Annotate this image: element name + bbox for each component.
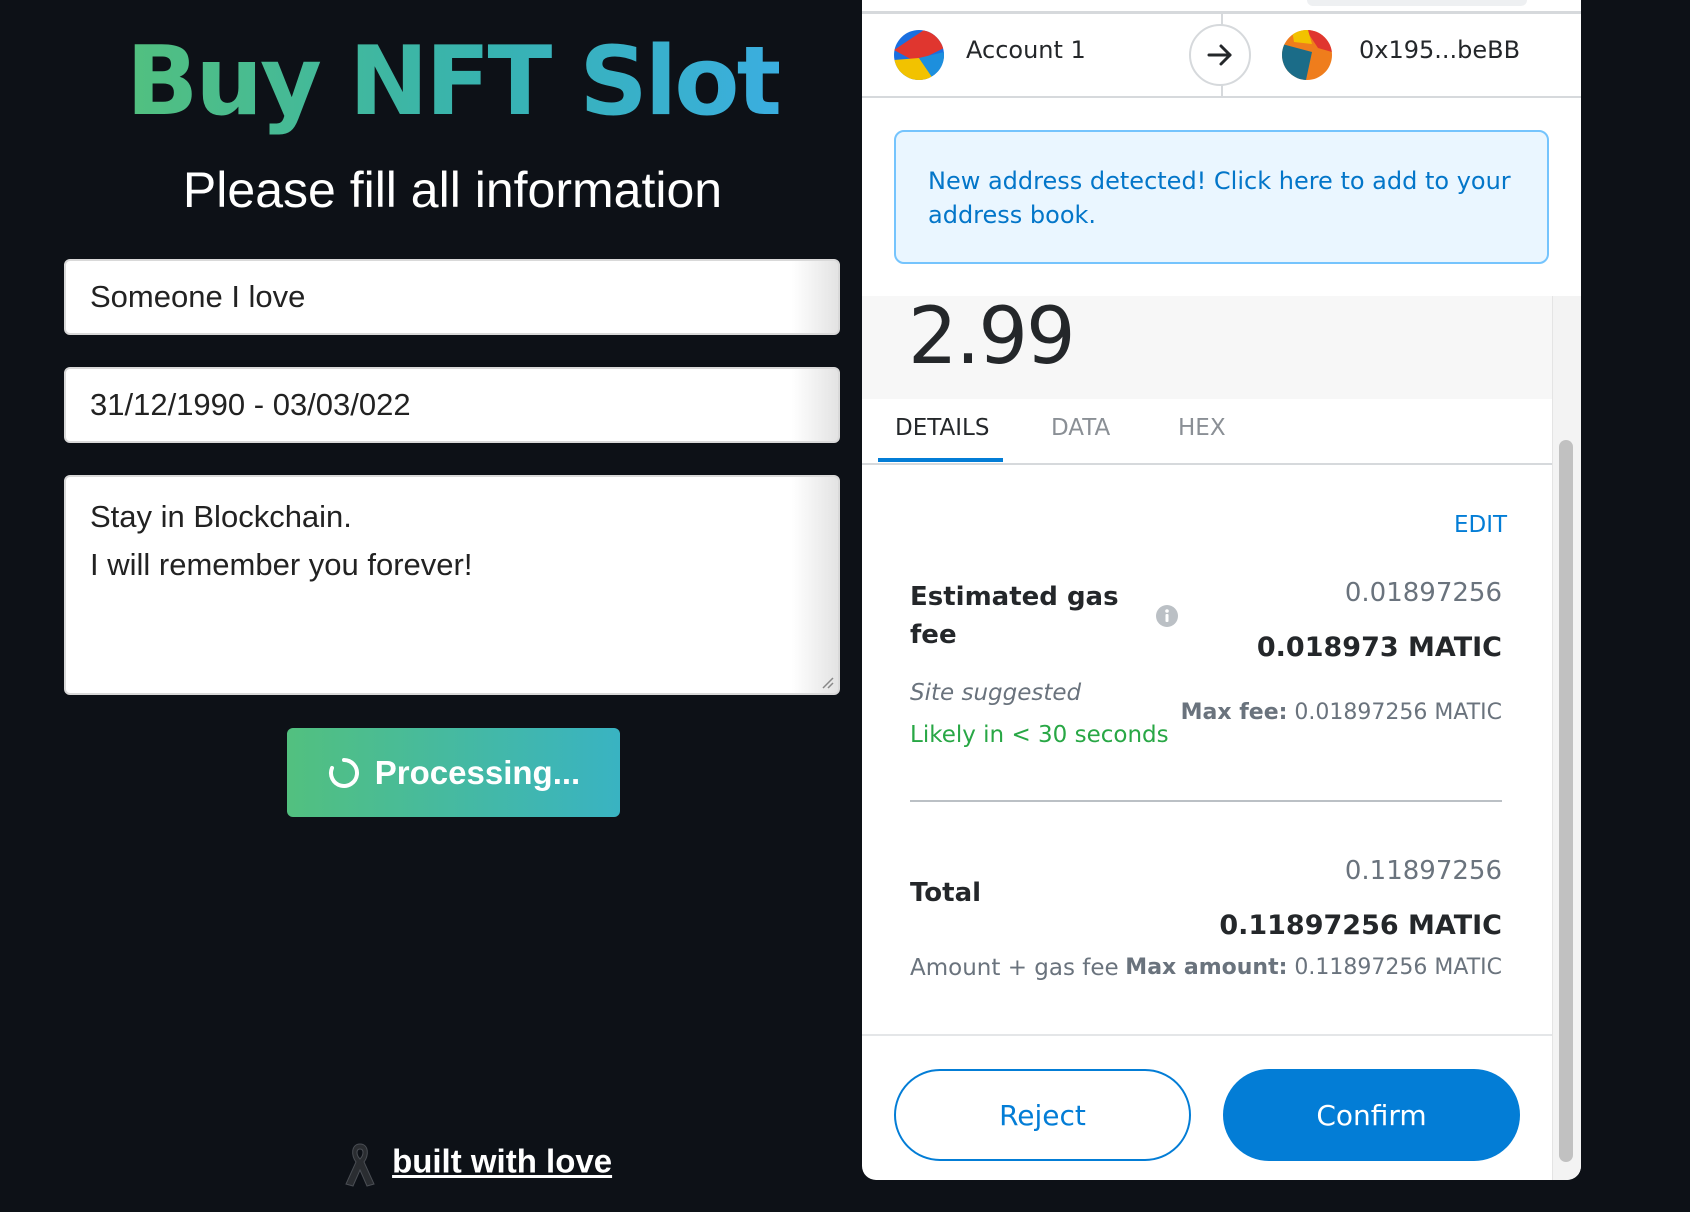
edit-gas-link[interactable]: EDIT (1454, 512, 1507, 538)
info-icon[interactable] (1155, 604, 1179, 628)
site-suggested-label: Site suggested (910, 680, 1082, 706)
reject-button[interactable]: Reject (894, 1069, 1191, 1161)
tab-hex[interactable]: HEX (1178, 415, 1226, 441)
transaction-amount: 2.99 (908, 292, 1076, 382)
total-fiat: 0.11897256 (1344, 856, 1502, 886)
tab-data[interactable]: DATA (1051, 415, 1110, 441)
ribbon-icon (345, 1143, 375, 1187)
tab-details[interactable]: DETAILS (895, 415, 989, 441)
amount-plus-gas-label: Amount + gas fee (910, 955, 1119, 981)
max-fee-label: Max fee: (1180, 700, 1288, 725)
popup-top-strip (862, 0, 1581, 14)
name-input[interactable]: Someone I love (64, 259, 840, 335)
max-amount-label: Max amount: (1125, 955, 1288, 980)
arrow-right-icon (1189, 24, 1251, 86)
gas-fee-fiat: 0.01897256 (1344, 578, 1502, 608)
message-line: I will remember you forever! (90, 547, 473, 582)
resize-handle-icon[interactable] (820, 675, 834, 689)
amount-section: 2.99 (862, 296, 1552, 399)
processing-label: Processing... (374, 753, 581, 791)
max-amount-value: 0.11897256 MATIC (1294, 955, 1502, 980)
new-address-notice[interactable]: New address detected! Click here to add … (894, 130, 1549, 264)
scrollbar-thumb[interactable] (1559, 440, 1573, 1162)
max-fee-value: 0.01897256 MATIC (1294, 700, 1502, 725)
account-avatar-icon (894, 30, 944, 80)
active-tab-indicator (878, 458, 1003, 462)
confirm-button[interactable]: Confirm (1223, 1069, 1520, 1161)
estimated-gas-label: Estimated gas fee (910, 582, 1119, 650)
page-title: Buy NFT Slot (126, 27, 782, 137)
sender-recipient-row: Account 1 0x195...beBB (862, 14, 1581, 98)
total-label: Total (910, 878, 982, 908)
message-line: Stay in Blockchain. (90, 499, 352, 534)
detail-tabs: DETAILS DATA HEX (862, 399, 1552, 465)
metamask-confirm-popup: Account 1 0x195...beBB New address detec… (862, 0, 1581, 1180)
recipient-avatar-icon (1282, 30, 1332, 80)
footer-divider (862, 1034, 1552, 1036)
from-account-name[interactable]: Account 1 (966, 36, 1086, 64)
processing-button[interactable]: Processing... (287, 728, 620, 817)
gas-fee-matic: 0.018973 MATIC (1256, 632, 1502, 663)
built-with-love-link[interactable]: built with love (392, 1143, 612, 1180)
page-subtitle: Please fill all information (182, 162, 723, 218)
nft-form-page: Buy NFT Slot Please fill all information… (0, 0, 862, 1212)
message-textarea[interactable]: Stay in Blockchain. I will remember you … (64, 475, 840, 695)
likely-time-label: Likely in < 30 seconds (910, 722, 1169, 748)
section-divider (910, 800, 1502, 802)
spinner-icon (328, 757, 359, 788)
footer: built with love (0, 1140, 955, 1188)
dates-input[interactable]: 31/12/1990 - 03/03/022 (64, 367, 840, 443)
max-amount: Max amount: 0.11897256 MATIC (1125, 955, 1502, 980)
max-fee: Max fee: 0.01897256 MATIC (1181, 700, 1502, 725)
to-address[interactable]: 0x195...beBB (1359, 36, 1520, 64)
total-matic: 0.11897256 MATIC (1219, 910, 1502, 941)
